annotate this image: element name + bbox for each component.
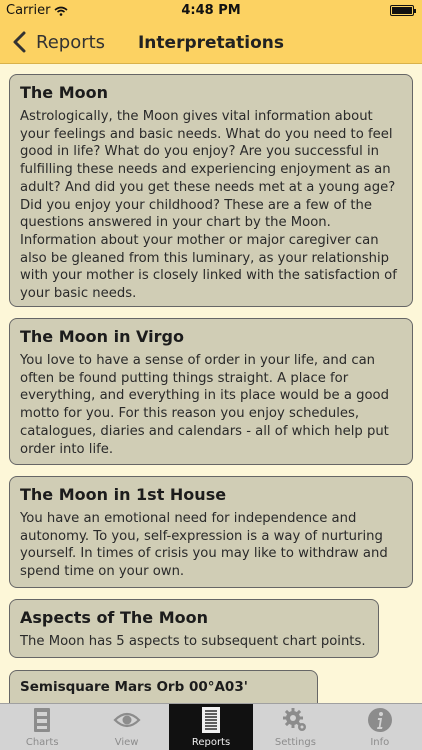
tab-bar: Charts View Reports Settings Info xyxy=(0,703,422,750)
tab-label: View xyxy=(114,737,139,748)
card-title: The Moon in Virgo xyxy=(20,327,184,346)
card-text: Astrologically, the Moon gives vital inf… xyxy=(20,109,397,302)
card-title: The Moon in 1st House xyxy=(20,485,227,504)
card-title: Semisquare Mars Orb 00°A03' xyxy=(20,679,248,695)
tab-label: Reports xyxy=(191,737,231,748)
tab-reports[interactable]: Reports xyxy=(168,704,254,750)
interpretations-list[interactable]: The Moon Astrologically, the Moon gives … xyxy=(0,65,422,703)
page-title: Interpretations xyxy=(137,33,284,53)
tab-label: Charts xyxy=(25,737,59,748)
info-icon xyxy=(367,708,392,732)
top-bar: Carrier 4:48 PM Reports Interpretations xyxy=(0,0,422,64)
card-text: You have an emotional need for independe… xyxy=(20,511,388,580)
status-bar: Carrier 4:48 PM xyxy=(0,0,422,22)
tab-info[interactable]: Info xyxy=(338,704,422,750)
card-title: Aspects of The Moon xyxy=(20,608,208,627)
card-title: The Moon xyxy=(20,83,109,102)
interpretation-card-aspects-of-moon[interactable]: Aspects of The Moon The Moon has 5 aspec… xyxy=(9,599,379,658)
tab-settings[interactable]: Settings xyxy=(253,704,337,750)
tab-charts[interactable]: Charts xyxy=(0,704,84,750)
card-text: The Moon has 5 aspects to subsequent cha… xyxy=(20,634,366,649)
battery-icon xyxy=(390,5,416,16)
eye-icon xyxy=(113,712,141,728)
interpretation-card-semisquare-mars[interactable]: Semisquare Mars Orb 00°A03' xyxy=(9,670,318,703)
interpretation-card-moon-in-1st-house: The Moon in 1st House You have an emotio… xyxy=(9,476,413,588)
tab-view[interactable]: View xyxy=(84,704,168,750)
reports-icon xyxy=(202,707,221,733)
tab-label: Info xyxy=(370,737,390,748)
card-text: You love to have a sense of order in you… xyxy=(20,353,389,457)
status-time: 4:48 PM xyxy=(181,3,241,18)
interpretation-card-moon-in-virgo: The Moon in Virgo You love to have a sen… xyxy=(9,318,413,465)
tab-label: Settings xyxy=(274,737,316,748)
navigation-bar: Reports Interpretations xyxy=(0,22,422,64)
charts-icon xyxy=(34,708,51,732)
gear-icon xyxy=(283,708,307,731)
interpretation-card-moon: The Moon Astrologically, the Moon gives … xyxy=(9,74,413,307)
